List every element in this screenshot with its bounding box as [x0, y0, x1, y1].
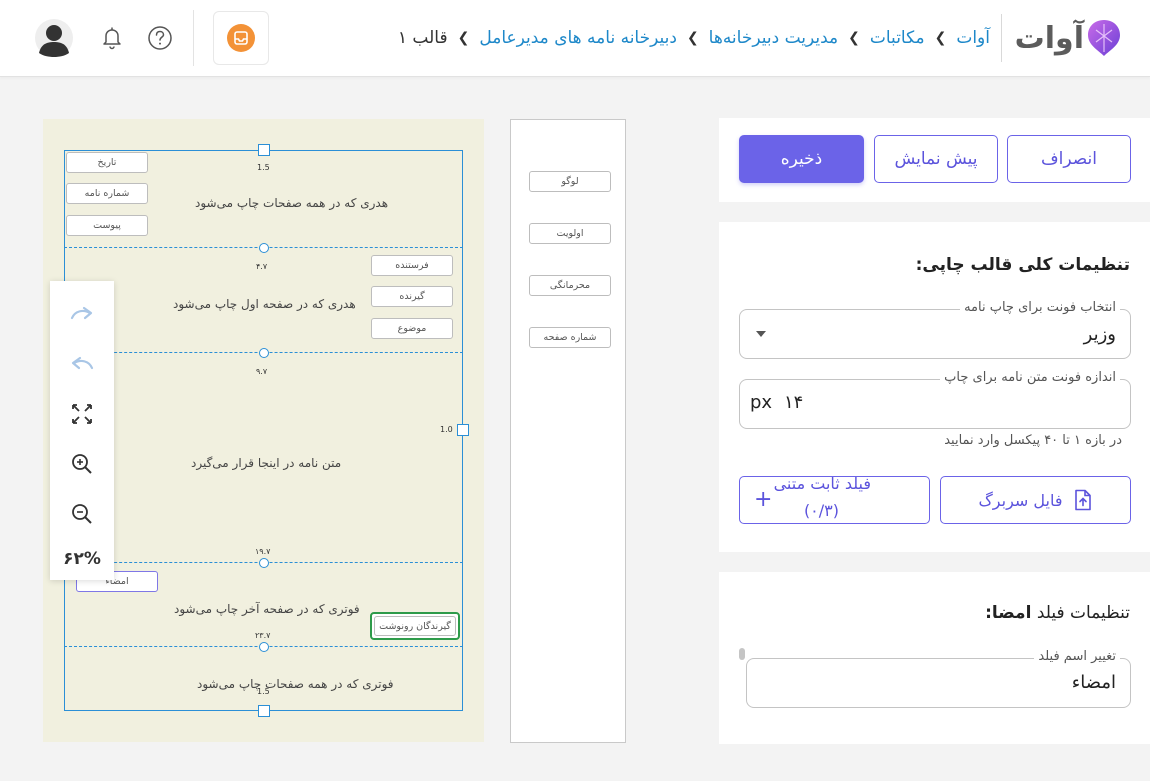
scrollbar-thumb[interactable] [739, 648, 745, 660]
body-top-handle[interactable] [259, 348, 269, 358]
palette-item-priority[interactable]: اولویت [529, 223, 611, 244]
field-settings-title-prefix: تنظیمات فیلد [1036, 603, 1130, 623]
font-size-label: اندازه فونت متن نامه برای چاپ [940, 370, 1120, 385]
body-bottom-handle[interactable] [259, 558, 269, 568]
field-attachment[interactable]: پیوست [66, 215, 148, 236]
field-settings-title-colon: : [985, 603, 992, 623]
palette-item-page-number[interactable]: شماره صفحه [529, 327, 611, 348]
header-divider [193, 10, 194, 66]
breadcrumb-current: قالب ۱ [397, 28, 448, 48]
field-name-label: تغییر اسم فیلد [1034, 649, 1120, 664]
chevron-left-icon: ❮ [686, 30, 699, 46]
field-settings-title-field: امضا [991, 603, 1032, 623]
font-size-value: ۱۴ [784, 392, 804, 413]
caret-down-icon [756, 331, 766, 337]
breadcrumb: آوات ❮ مکاتبات ❮ مدیریت دبیرخانه‌ها ❮ دب… [398, 24, 990, 52]
measure-top: 1.5 [257, 163, 270, 172]
fixed-text-field-button[interactable]: + فیلد ثابت متنی (۰/۳) [739, 474, 930, 524]
field-sender[interactable]: فرستنده [371, 255, 453, 276]
measure-header-first: ۴.۷ [256, 262, 268, 271]
field-subject[interactable]: موضوع [371, 318, 453, 339]
bottom-margin-handle[interactable] [258, 705, 270, 717]
chevron-left-icon: ❮ [934, 30, 947, 46]
zoom-percentage: ۶۲% [63, 549, 101, 569]
zoom-out-icon[interactable] [50, 499, 114, 529]
measure-footer-all: ۲۳.۷ [255, 631, 271, 640]
font-select-label: انتخاب فونت برای چاپ نامه [960, 300, 1120, 315]
font-size-hint: در بازه ۱ تا ۴۰ پیکسل وارد نمایید [944, 433, 1122, 448]
actions-card: انصراف پیش نمایش ذخیره [719, 118, 1150, 202]
inbox-icon [227, 24, 255, 52]
logo-text: آوات [1014, 20, 1085, 56]
region-footer-all: فوتری که در همه صفحات چاپ می‌شود [197, 677, 394, 691]
region-header-all: هدری که در همه صفحات چاپ می‌شود [195, 196, 389, 210]
logo-divider [1001, 14, 1002, 62]
chevron-left-icon: ❮ [848, 30, 860, 46]
field-letter-number[interactable]: شماره نامه [66, 183, 148, 204]
footer-all-handle[interactable] [259, 642, 269, 652]
region-header-first: هدری که در صفحه اول چاپ می‌شود [173, 297, 356, 311]
palette-item-logo[interactable]: لوگو [529, 171, 611, 192]
zoom-in-icon[interactable] [50, 449, 114, 479]
font-select-value: وزیر [1083, 324, 1116, 345]
font-select[interactable]: انتخاب فونت برای چاپ نامه وزیر [739, 300, 1131, 359]
top-margin-handle[interactable] [258, 144, 270, 156]
breadcrumb-item-ceo-secretariat[interactable]: دبیرخانه نامه های مدیرعامل [479, 28, 677, 48]
breadcrumb-item-correspondence[interactable]: مکاتبات [870, 28, 925, 48]
fixed-text-field-count: (۰/۳) [803, 501, 839, 520]
fit-screen-icon[interactable] [50, 399, 114, 429]
breadcrumb-item-avat[interactable]: آوات [956, 28, 990, 48]
chevron-left-icon: ❮ [457, 30, 470, 46]
help-icon[interactable] [146, 24, 174, 52]
cancel-button[interactable]: انصراف [1007, 135, 1131, 183]
field-settings-title: تنظیمات فیلد امضا: [985, 603, 1130, 623]
logo-balloon-icon [1088, 20, 1120, 56]
avatar[interactable] [35, 19, 73, 57]
letterhead-file-label: فایل سربرگ [978, 490, 1063, 510]
header-first-handle[interactable] [259, 243, 269, 253]
undo-icon[interactable] [50, 348, 114, 378]
font-size-unit: px [750, 392, 773, 413]
font-size-field[interactable]: اندازه فونت متن نامه برای چاپ px ۱۴ [739, 370, 1131, 429]
breadcrumb-item-secretariats[interactable]: مدیریت دبیرخانه‌ها [709, 28, 838, 48]
measure-body-bottom: ۱۹.۷ [255, 547, 271, 556]
field-cc-recipients[interactable]: گیرندگان رونوشت [370, 612, 460, 640]
measure-right: 1.0 [440, 425, 453, 434]
print-settings-title: تنظیمات کلی قالب چاپی: [915, 255, 1130, 275]
zoom-toolbar: ۶۲% [50, 281, 114, 580]
app-logo[interactable]: آوات [1014, 14, 1122, 62]
save-button[interactable]: ذخیره [739, 135, 864, 183]
letterhead-file-button[interactable]: فایل سربرگ [940, 476, 1131, 524]
field-receiver[interactable]: گیرنده [371, 286, 453, 307]
field-name-value: امضاء [1071, 672, 1116, 693]
redo-icon[interactable] [50, 298, 114, 328]
top-header: آوات آوات ❮ مکاتبات ❮ مدیریت دبیرخانه‌ها… [0, 0, 1150, 77]
plus-icon: + [754, 487, 773, 512]
field-settings-card: تنظیمات فیلد امضا: تغییر اسم فیلد امضاء [719, 572, 1150, 744]
print-settings-card: تنظیمات کلی قالب چاپی: انتخاب فونت برای … [719, 222, 1150, 552]
fixed-text-field-label: فیلد ثابت متنی [773, 474, 871, 493]
field-palette: لوگو اولویت محرمانگی شماره صفحه [510, 119, 626, 743]
bell-icon[interactable] [98, 24, 126, 52]
right-margin-handle[interactable] [457, 424, 469, 436]
app-switcher-button[interactable] [213, 11, 269, 65]
field-name-input[interactable]: تغییر اسم فیلد امضاء [746, 649, 1131, 708]
upload-file-icon [1074, 489, 1091, 511]
palette-item-confidentiality[interactable]: محرمانگی [529, 275, 611, 296]
field-date[interactable]: تاریخ [66, 152, 148, 173]
preview-button[interactable]: پیش نمایش [874, 135, 998, 183]
field-cc-recipients-label: گیرندگان رونوشت [374, 616, 456, 636]
region-footer-last: فوتری که در صفحه آخر چاپ می‌شود [174, 602, 360, 616]
measure-body-top: ۹.۷ [256, 367, 268, 376]
region-body: متن نامه در اینجا قرار می‌گیرد [191, 456, 342, 470]
